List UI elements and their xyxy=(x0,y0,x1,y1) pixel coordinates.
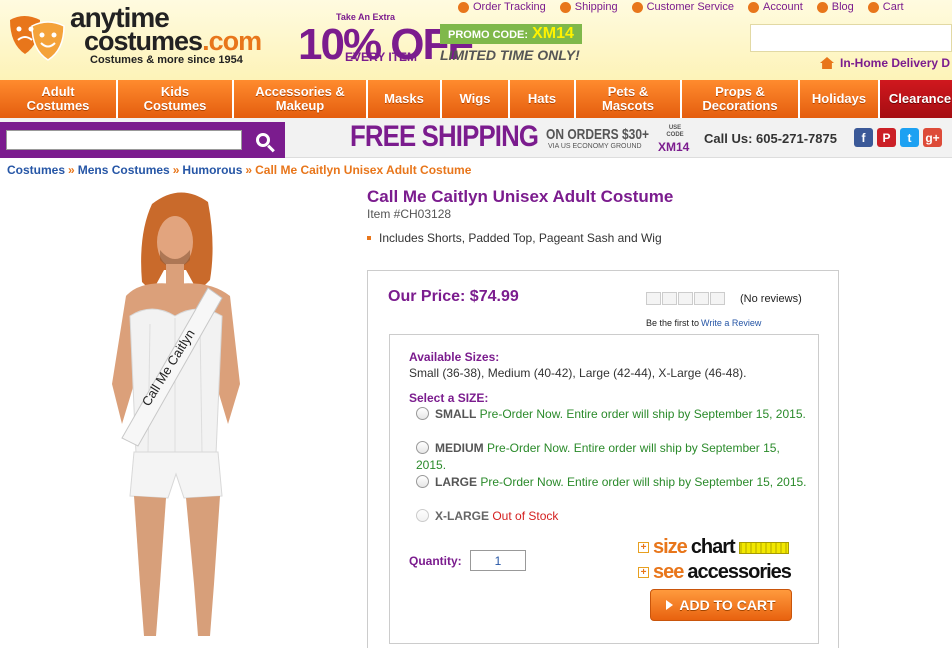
nav-kids-costumes[interactable]: Kids Costumes xyxy=(118,80,234,118)
nav-adult-costumes[interactable]: Adult Costumes xyxy=(0,80,118,118)
available-sizes-text: Small (36-38), Medium (40-42), Large (42… xyxy=(409,366,747,380)
radio-small[interactable] xyxy=(416,407,429,420)
promo-every-item: EVERY ITEM xyxy=(345,50,418,64)
see-accessories-link[interactable]: + see accessories xyxy=(638,561,792,584)
blog-icon xyxy=(816,1,828,13)
bullet-icon xyxy=(367,236,371,240)
size-option-small[interactable]: SMALL Pre-Order Now. Entire order will s… xyxy=(416,406,811,423)
nav-props-decorations[interactable]: Props & Decorations xyxy=(682,80,800,118)
plus-icon: + xyxy=(638,567,649,578)
customer-service-icon xyxy=(631,1,643,13)
main-nav: Adult Costumes Kids Costumes Accessories & Ma… xyxy=(0,80,952,118)
star-icon xyxy=(694,292,709,305)
phone-number: Call Us: 605-271-7875 xyxy=(704,131,837,146)
search-input[interactable] xyxy=(6,130,242,150)
breadcrumb-humorous[interactable]: Humorous xyxy=(182,163,242,177)
shipping-icon xyxy=(559,1,571,13)
customer-service-link[interactable]: Customer Service xyxy=(631,0,734,14)
rating-stars xyxy=(646,292,725,305)
in-home-delivery-link[interactable]: In-Home Delivery D xyxy=(820,56,950,70)
item-number: Item #CH03128 xyxy=(367,207,452,221)
pinterest-icon[interactable]: P xyxy=(877,128,896,147)
radio-medium[interactable] xyxy=(416,441,429,454)
twitter-icon[interactable]: t xyxy=(900,128,919,147)
product-feature: Includes Shorts, Padded Top, Pageant Sas… xyxy=(367,231,662,245)
utility-links: Order Tracking Shipping Customer Service… xyxy=(458,0,904,14)
size-option-medium[interactable]: MEDIUM Pre-Order Now. Entire order will … xyxy=(416,440,811,474)
write-review-link[interactable]: Write a Review xyxy=(701,318,761,328)
cart-link[interactable]: Cart xyxy=(867,0,904,14)
googleplus-icon[interactable]: g+ xyxy=(923,128,942,147)
nav-accessories-makeup[interactable]: Accessories & Makeup xyxy=(234,80,368,118)
promo-code-badge: PROMO CODE: XM14 xyxy=(440,24,582,44)
nav-hats[interactable]: Hats xyxy=(510,80,576,118)
size-option-xlarge: X-LARGE Out of Stock xyxy=(416,508,811,525)
be-first-text: Be the first to Write a Review xyxy=(646,318,762,328)
ruler-icon xyxy=(738,541,789,554)
search-icon xyxy=(256,133,270,147)
star-icon xyxy=(662,292,677,305)
order-tracking-link[interactable]: Order Tracking xyxy=(458,0,546,14)
nav-holidays[interactable]: Holidays xyxy=(800,80,880,118)
search-bar xyxy=(0,122,285,158)
nav-wigs[interactable]: Wigs xyxy=(442,80,510,118)
use-code-value: XM14 xyxy=(658,140,690,154)
header-search-field[interactable] xyxy=(750,24,952,52)
size-option-large[interactable]: LARGE Pre-Order Now. Entire order will s… xyxy=(416,474,811,491)
breadcrumb-costumes[interactable]: Costumes xyxy=(7,163,65,177)
shipping-method: VIA US ECONOMY GROUND xyxy=(548,143,642,150)
star-icon xyxy=(678,292,693,305)
promo-banner[interactable]: Take An Extra 10% OFF EVERY ITEM PROMO C… xyxy=(298,10,598,70)
promo-limited-text: LIMITED TIME ONLY! xyxy=(440,47,580,63)
review-count: (No reviews) xyxy=(740,293,802,305)
product-image[interactable]: Call Me Caitlyn xyxy=(90,184,280,644)
cart-icon xyxy=(867,1,879,13)
breadcrumb-current: Call Me Caitlyn Unisex Adult Costume xyxy=(255,163,472,177)
shipping-bar: FREE SHIPPING ON ORDERS $30+ VIA US ECON… xyxy=(0,118,952,158)
use-code-label: USE CODE xyxy=(666,125,684,138)
star-icon xyxy=(710,292,725,305)
free-shipping-headline: FREE SHIPPING xyxy=(350,120,539,153)
buy-box: Our Price: $74.99 (No reviews) Be the fi… xyxy=(367,270,839,648)
nav-masks[interactable]: Masks xyxy=(368,80,442,118)
star-icon xyxy=(646,292,661,305)
size-options-panel: Available Sizes: Small (36-38), Medium (… xyxy=(389,334,819,644)
size-chart-link[interactable]: + size chart xyxy=(638,536,789,559)
quantity-input[interactable] xyxy=(470,550,526,571)
radio-large[interactable] xyxy=(416,475,429,488)
radio-xlarge xyxy=(416,509,429,522)
blog-link[interactable]: Blog xyxy=(816,0,854,14)
account-link[interactable]: Account xyxy=(748,0,803,14)
breadcrumb: Costumes» Mens Costumes» Humorous» Call Me … xyxy=(7,163,472,177)
facebook-icon[interactable]: f xyxy=(854,128,873,147)
breadcrumb-mens-costumes[interactable]: Mens Costumes xyxy=(78,163,170,177)
social-links: f Pt g+ xyxy=(854,128,942,147)
plus-icon: + xyxy=(638,542,649,553)
product-price: Our Price: $74.99 xyxy=(388,288,519,305)
search-button[interactable] xyxy=(248,126,278,154)
arrow-right-icon xyxy=(666,600,674,610)
nav-pets-mascots[interactable]: Pets & Mascots xyxy=(576,80,682,118)
logo-wordmark-bottom: costumes.com xyxy=(84,26,262,56)
product-title: Call Me Caitlyn Unisex Adult Costume xyxy=(367,187,674,206)
tracking-icon xyxy=(458,1,469,13)
shipping-threshold: ON ORDERS $30+ xyxy=(546,126,650,143)
select-size-label: Select a SIZE: xyxy=(409,391,489,405)
shipping-link[interactable]: Shipping xyxy=(559,0,618,14)
nav-clearance[interactable]: Clearance xyxy=(880,80,952,118)
house-icon xyxy=(820,57,834,69)
logo-tagline: Costumes & more since 1954 xyxy=(90,54,243,66)
site-header: anytime costumes.com Costumes & more sin… xyxy=(0,0,952,80)
site-logo[interactable]: anytime costumes.com Costumes & more sin… xyxy=(4,2,262,70)
add-to-cart-button[interactable]: ADD TO CART xyxy=(650,589,792,621)
quantity-label: Quantity: xyxy=(409,554,462,568)
available-sizes-label: Available Sizes: xyxy=(409,350,500,364)
account-icon xyxy=(748,1,759,13)
